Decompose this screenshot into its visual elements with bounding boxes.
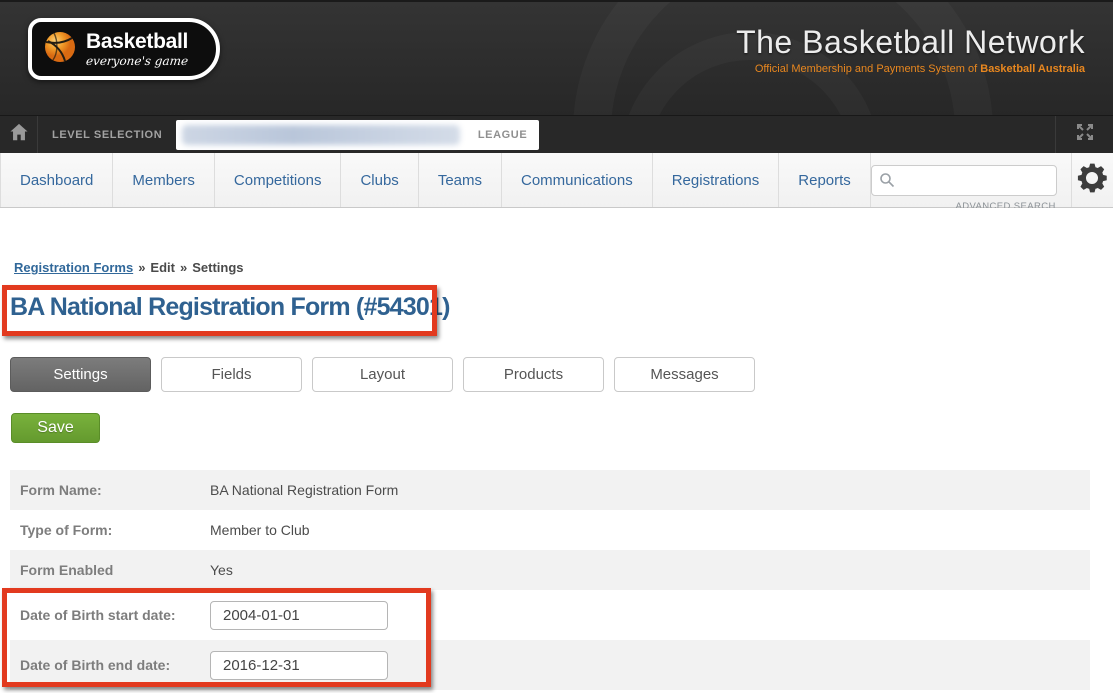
tab-fields[interactable]: Fields bbox=[161, 357, 302, 392]
nav-item-reports[interactable]: Reports bbox=[779, 153, 871, 207]
form-row-name: Form Name: BA National Registration Form bbox=[10, 470, 1090, 510]
page-title: BA National Registration Form (#54301) bbox=[10, 293, 450, 321]
form-row-label: Type of Form: bbox=[20, 522, 113, 538]
settings-form: Form Name: BA National Registration Form… bbox=[2, 470, 1090, 690]
basketball-icon bbox=[42, 29, 78, 70]
form-row-dob-end: Date of Birth end date: bbox=[10, 640, 1090, 690]
tab-settings[interactable]: Settings bbox=[10, 357, 151, 392]
logo-tagline: everyone's game bbox=[85, 54, 189, 68]
main-nav: Dashboard Members Competitions Clubs Tea… bbox=[0, 153, 1113, 212]
breadcrumb-link-registration-forms[interactable]: Registration Forms bbox=[14, 260, 133, 275]
fullscreen-toggle[interactable] bbox=[1055, 116, 1113, 153]
logo-text: Basketball everyone's game bbox=[85, 30, 189, 68]
nav-item-communications[interactable]: Communications bbox=[502, 153, 653, 207]
form-row-value: BA National Registration Form bbox=[210, 482, 399, 498]
masthead: Basketball everyone's game The Basketbal… bbox=[0, 0, 1113, 115]
search-input[interactable] bbox=[870, 164, 1057, 196]
level-selection-bar: LEVEL SELECTION LEAGUE bbox=[0, 115, 1113, 153]
page-content: Registration Forms » Edit » Settings BA Nati… bbox=[0, 208, 1113, 693]
tab-messages[interactable]: Messages bbox=[614, 357, 755, 392]
form-row-label: Form Name: bbox=[20, 482, 102, 498]
form-row-value: Yes bbox=[210, 562, 233, 578]
form-row-value: Member to Club bbox=[210, 522, 310, 538]
settings-gear-button[interactable] bbox=[1070, 153, 1113, 207]
search-icon bbox=[879, 172, 895, 193]
nav-item-competitions[interactable]: Competitions bbox=[215, 153, 342, 207]
level-selection-label: LEVEL SELECTION bbox=[52, 128, 163, 141]
form-row-label: Date of Birth start date: bbox=[20, 607, 176, 623]
form-row-enabled: Form Enabled Yes bbox=[10, 550, 1090, 590]
level-type-badge: LEAGUE bbox=[477, 128, 528, 141]
logo-title: Basketball bbox=[86, 30, 189, 53]
form-row-label: Date of Birth end date: bbox=[20, 657, 171, 673]
tab-layout[interactable]: Layout bbox=[312, 357, 453, 392]
dob-end-date-input[interactable] bbox=[210, 650, 388, 680]
form-row-label: Form Enabled bbox=[20, 562, 114, 578]
gear-icon bbox=[1073, 159, 1111, 202]
level-name-redacted-text bbox=[182, 124, 460, 145]
nav-item-teams[interactable]: Teams bbox=[419, 153, 502, 207]
breadcrumb: Registration Forms » Edit » Settings bbox=[14, 260, 244, 275]
level-selector[interactable]: LEAGUE bbox=[176, 119, 540, 150]
breadcrumb-separator: » bbox=[179, 260, 188, 275]
tab-products[interactable]: Products bbox=[463, 357, 604, 392]
save-button[interactable]: Save bbox=[11, 413, 100, 443]
network-title: The Basketball Network bbox=[736, 24, 1085, 60]
breadcrumb-step-edit: Edit bbox=[150, 260, 175, 275]
search-area: ADVANCED SEARCH bbox=[870, 164, 1057, 212]
basketball-australia-logo[interactable]: Basketball everyone's game bbox=[28, 18, 220, 80]
form-tabs: Settings Fields Layout Products Messages bbox=[10, 357, 765, 392]
dob-start-date-input[interactable] bbox=[210, 600, 388, 630]
expand-icon bbox=[1075, 122, 1095, 147]
form-row-dob-start: Date of Birth start date: bbox=[10, 590, 1090, 640]
network-branding: The Basketball Network Official Membersh… bbox=[736, 24, 1085, 75]
home-icon bbox=[8, 121, 30, 148]
breadcrumb-separator: » bbox=[138, 260, 146, 275]
nav-item-dashboard[interactable]: Dashboard bbox=[0, 153, 114, 207]
nav-item-clubs[interactable]: Clubs bbox=[341, 153, 419, 207]
nav-item-registrations[interactable]: Registrations bbox=[653, 153, 780, 207]
home-button[interactable] bbox=[0, 116, 38, 153]
breadcrumb-step-settings: Settings bbox=[192, 260, 244, 275]
nav-item-members[interactable]: Members bbox=[113, 153, 215, 207]
form-row-type: Type of Form: Member to Club bbox=[10, 510, 1090, 550]
network-subtitle: Official Membership and Payments System … bbox=[754, 63, 1085, 75]
